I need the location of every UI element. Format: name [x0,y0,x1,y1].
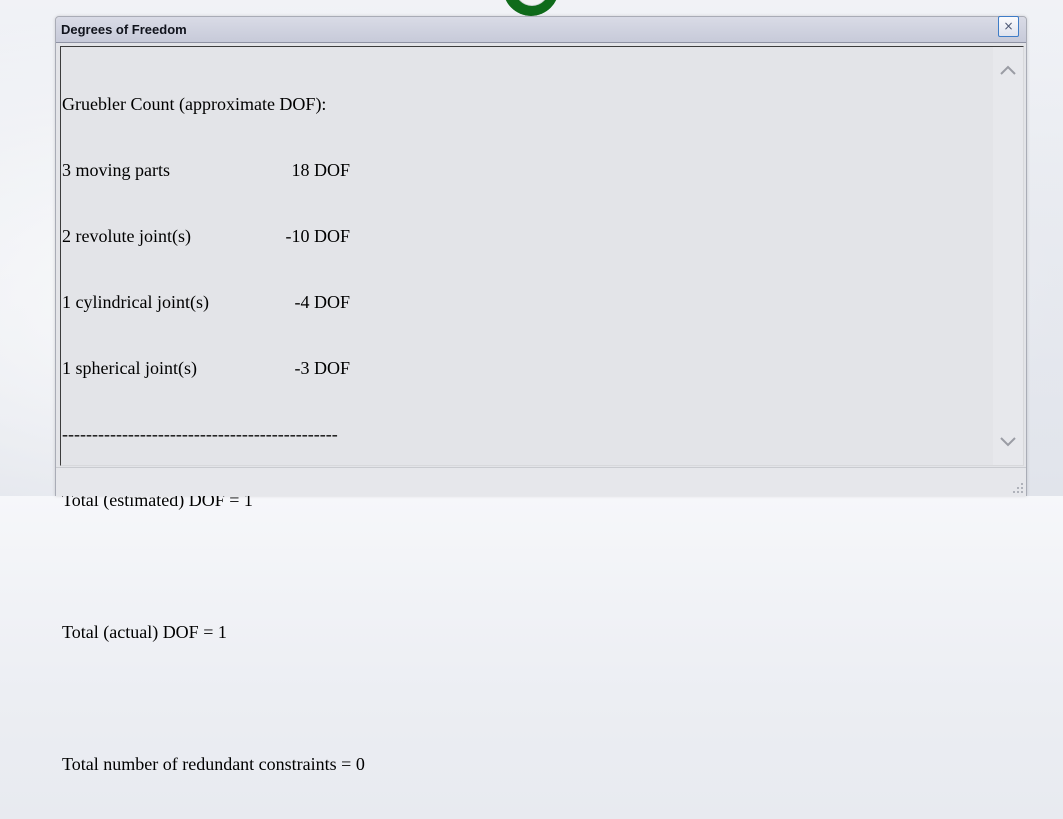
scroll-down-button[interactable] [999,435,1017,449]
close-icon: × [1003,19,1014,33]
report-row: 3 moving parts 18 DOF [62,159,992,181]
degrees-of-freedom-dialog: Degrees of Freedom × Gruebler Count (app… [55,16,1027,774]
row-value: -4 DOF [294,292,350,312]
report-body: Gruebler Count (approximate DOF): 3 movi… [62,49,992,774]
row-label: 3 moving parts [62,160,170,180]
resize-grip-icon[interactable] [1012,482,1024,494]
vertical-scrollbar[interactable] [993,47,1023,465]
report-row: 2 revolute joint(s) -10 DOF [62,225,992,247]
title-bar[interactable]: Degrees of Freedom × [56,16,1026,43]
report-row: 1 cylindrical joint(s) -4 DOF [62,291,992,313]
report-text-area[interactable]: Gruebler Count (approximate DOF): 3 movi… [60,46,1024,774]
row-label: 1 cylindrical joint(s) [62,292,209,312]
redundant-constraints: Total number of redundant constraints = … [62,754,365,774]
chevron-up-icon [1000,65,1016,75]
actual-dof: Total (actual) DOF = 1 [62,622,227,642]
status-bar [56,467,1026,496]
scroll-up-button[interactable] [999,63,1017,77]
row-label: 1 spherical joint(s) [62,358,197,378]
report-row: 1 spherical joint(s) -3 DOF [62,357,992,379]
row-value: -3 DOF [294,358,350,378]
row-label: 2 revolute joint(s) [62,226,191,246]
row-value: -10 DOF [285,226,350,246]
close-button[interactable]: × [998,16,1019,37]
separator-line: ----------------------------------------… [62,424,338,444]
row-value: 18 DOF [291,160,350,180]
report-header: Gruebler Count (approximate DOF): [62,94,327,114]
dialog-title: Degrees of Freedom [61,22,187,37]
chevron-down-icon [1000,437,1016,447]
